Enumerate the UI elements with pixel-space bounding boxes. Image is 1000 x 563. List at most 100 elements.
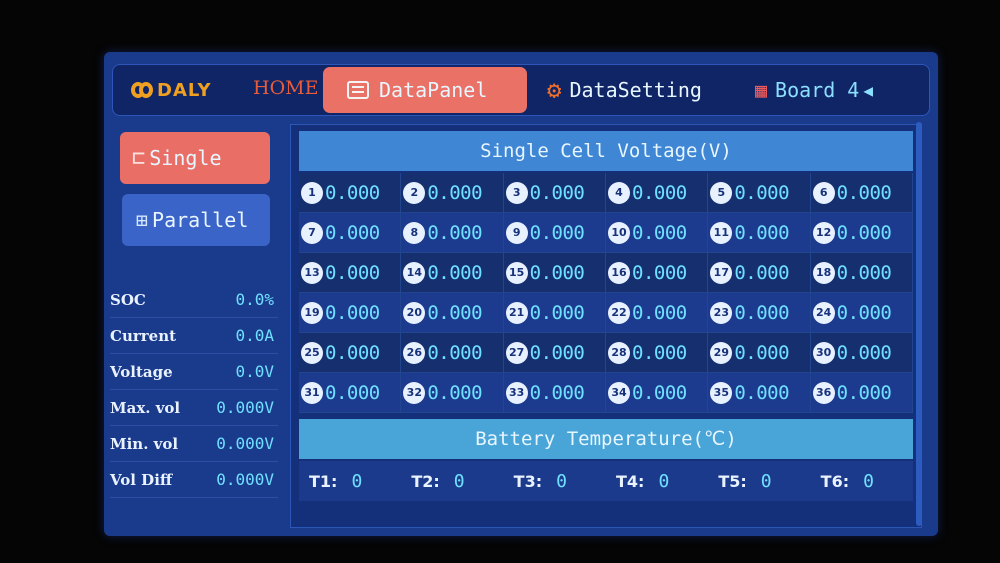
temperature-value: 0: [760, 470, 772, 492]
stat-row-voltage: Voltage 0.0V: [110, 354, 278, 390]
cell-voltage-item: 7 0.000: [299, 213, 402, 253]
temperature-sensor: T4: 0: [606, 461, 708, 501]
cell-voltage-value: 0.000: [734, 301, 790, 324]
temperature-sensor: T2: 0: [401, 461, 503, 501]
cell-voltage-value: 0.000: [836, 221, 892, 244]
stat-row-min-vol: Min. vol 0.000V: [110, 426, 278, 462]
cell-number-badge: 2: [403, 181, 426, 204]
summary-stats: SOC 0.0% Current 0.0A Voltage 0.0V Max. …: [110, 282, 278, 498]
cell-voltage-value: 0.000: [427, 221, 483, 244]
cell-voltage-value: 0.000: [734, 221, 790, 244]
cell-voltage-value: 0.000: [632, 381, 687, 404]
cell-voltage-item: 28 0.000: [606, 333, 709, 373]
cell-number-badge: 8: [403, 221, 426, 244]
stat-value: 0.0A: [235, 326, 274, 345]
cell-voltage-value: 0.000: [734, 181, 790, 204]
stat-value: 0.0%: [235, 290, 274, 309]
cell-voltage-item: 10 0.000: [606, 213, 709, 253]
speaker-icon[interactable]: ◀: [863, 81, 873, 100]
temperature-row: T1: 0 T2: 0 T3: 0 T4: 0 T5: 0 T6: 0: [299, 461, 913, 501]
cell-voltage-value: 0.000: [529, 221, 585, 244]
parallel-mode-button[interactable]: ⊞ Parallel: [122, 194, 270, 246]
cell-number-badge: 34: [608, 381, 630, 404]
stat-label: Current: [110, 326, 177, 345]
board-icon: ▦: [755, 78, 768, 102]
cell-number-badge: 29: [710, 341, 733, 364]
stat-label: Vol Diff: [110, 470, 173, 489]
cell-voltage-value: 0.000: [325, 221, 380, 244]
top-nav-bar: DALY HOME DataPanel ⚙ DataSetting ▦ Boar…: [112, 64, 930, 116]
cell-voltage-item: 3 0.000: [503, 173, 606, 213]
cell-voltage-value: 0.000: [632, 341, 687, 364]
cell-number-badge: 20: [403, 301, 426, 324]
single-mode-button[interactable]: ⊏ Single: [120, 132, 270, 184]
cell-voltage-item: 1 0.000: [299, 173, 402, 213]
cell-voltage-value: 0.000: [325, 301, 380, 324]
board-selector[interactable]: ▦ Board 4 ◀: [753, 67, 923, 113]
cell-voltage-item: 33 0.000: [503, 373, 606, 413]
temperature-label: T1:: [309, 471, 338, 491]
cell-voltage-value: 0.000: [836, 181, 892, 204]
cell-voltage-item: 21 0.000: [503, 293, 606, 333]
cell-voltage-value: 0.000: [734, 261, 790, 284]
daly-logo-icon: [131, 82, 153, 98]
tab-data-panel[interactable]: DataPanel: [323, 67, 527, 113]
cell-voltage-value: 0.000: [427, 341, 483, 364]
cell-voltage-value: 0.000: [529, 381, 585, 404]
cell-voltage-item: 30 0.000: [810, 333, 913, 373]
temperature-label: T5:: [718, 471, 747, 491]
cell-number-badge: 6: [812, 181, 835, 204]
stat-label: Max. vol: [110, 398, 181, 417]
cell-voltage-value: 0.000: [836, 261, 892, 284]
cell-number-badge: 7: [301, 221, 323, 244]
cell-number-badge: 35: [710, 381, 733, 404]
cell-number-badge: 4: [608, 181, 630, 204]
temperature-label: T6:: [820, 471, 850, 491]
temperature-value: 0: [863, 470, 874, 492]
cell-voltage-item: 23 0.000: [708, 293, 811, 333]
cell-voltage-item: 34 0.000: [606, 373, 709, 413]
cell-number-badge: 16: [608, 261, 630, 284]
cell-number-badge: 21: [505, 301, 528, 324]
cell-number-badge: 9: [505, 221, 528, 244]
cell-number-badge: 23: [710, 301, 733, 324]
cell-voltage-item: 19 0.000: [299, 293, 402, 333]
stat-value: 0.0V: [235, 362, 274, 381]
cell-number-badge: 36: [812, 381, 835, 404]
cell-voltage-item: 25 0.000: [299, 333, 402, 373]
single-mode-label: Single: [149, 146, 222, 170]
data-panel: Single Cell Voltage(V) 1 0.000 2 0.000 3 0.00…: [290, 124, 922, 528]
cell-voltage-item: 24 0.000: [810, 293, 913, 333]
cell-voltage-item: 27 0.000: [503, 333, 606, 373]
cell-voltage-value: 0.000: [836, 381, 892, 404]
bms-screen: DALY HOME DataPanel ⚙ DataSetting ▦ Boar…: [104, 52, 938, 536]
temperature-label: T4:: [616, 471, 645, 491]
cell-voltage-item: 6 0.000: [810, 173, 913, 213]
stat-value: 0.000V: [216, 398, 274, 417]
gear-icon: ⚙: [547, 76, 562, 104]
cell-voltage-value: 0.000: [427, 381, 483, 404]
cell-number-badge: 14: [403, 261, 426, 284]
home-link[interactable]: HOME: [253, 77, 318, 99]
cell-voltage-item: 17 0.000: [708, 253, 811, 293]
tab-data-setting[interactable]: ⚙ DataSetting: [545, 67, 725, 113]
stat-row-max-vol: Max. vol 0.000V: [110, 390, 278, 426]
cell-number-badge: 5: [710, 181, 733, 204]
daly-logo: DALY: [131, 77, 212, 103]
cell-number-badge: 26: [403, 341, 426, 364]
cell-voltage-value: 0.000: [325, 341, 380, 364]
temperature-sensor: T5: 0: [708, 461, 810, 501]
cell-voltage-value: 0.000: [529, 261, 585, 284]
parallel-mode-label: Parallel: [152, 208, 249, 232]
cell-voltage-item: 12 0.000: [810, 213, 913, 253]
cell-number-badge: 25: [301, 341, 323, 364]
cell-number-badge: 12: [812, 221, 835, 244]
scrollbar[interactable]: [916, 122, 922, 526]
stat-value: 0.000V: [216, 434, 274, 453]
cell-number-badge: 3: [505, 181, 528, 204]
temperature-value: 0: [658, 470, 670, 492]
cell-voltage-value: 0.000: [427, 261, 483, 284]
cell-voltage-item: 2 0.000: [401, 173, 504, 213]
cell-voltage-value: 0.000: [734, 341, 790, 364]
stat-label: Min. vol: [110, 434, 179, 453]
